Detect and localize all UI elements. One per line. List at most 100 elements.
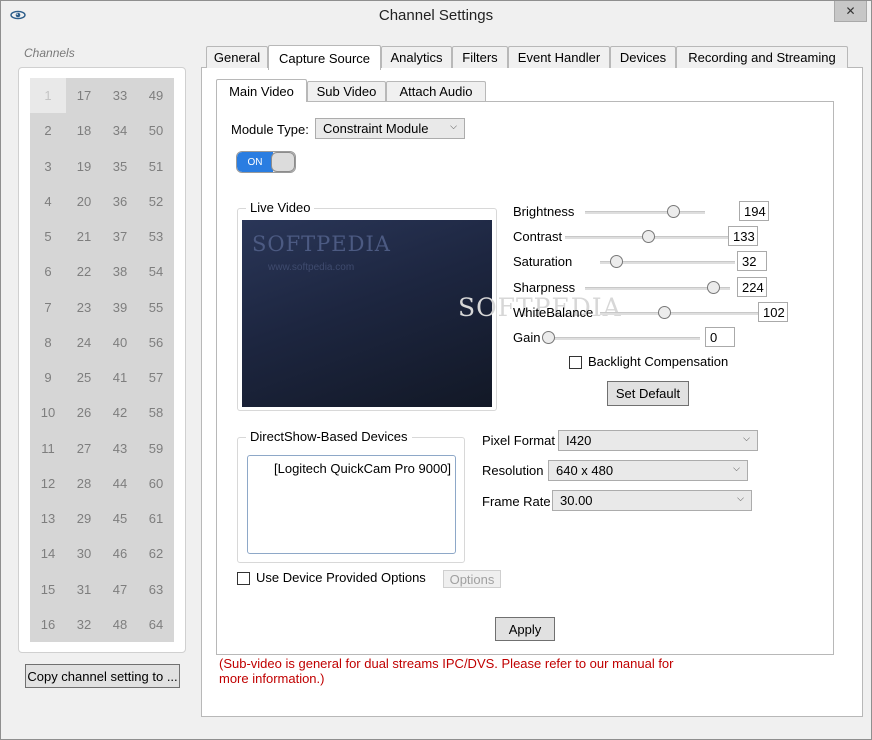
subtab-attach-audio[interactable]: Attach Audio bbox=[386, 81, 486, 101]
channel-cell[interactable]: 25 bbox=[66, 360, 102, 395]
channel-cell[interactable]: 26 bbox=[66, 395, 102, 430]
channel-cell[interactable]: 3 bbox=[30, 149, 66, 184]
channel-cell[interactable]: 37 bbox=[102, 219, 138, 254]
tab-capture-source[interactable]: Capture Source bbox=[268, 45, 381, 70]
slider-track-brightness[interactable] bbox=[585, 211, 705, 214]
channel-cell[interactable]: 34 bbox=[102, 113, 138, 148]
channel-cell[interactable]: 18 bbox=[66, 113, 102, 148]
channel-cell[interactable]: 50 bbox=[138, 113, 174, 148]
channel-cell[interactable]: 41 bbox=[102, 360, 138, 395]
channel-cell[interactable]: 45 bbox=[102, 501, 138, 536]
tab-recording-and-streaming[interactable]: Recording and Streaming bbox=[676, 46, 848, 68]
channel-cell[interactable]: 47 bbox=[102, 572, 138, 607]
channel-cell[interactable]: 60 bbox=[138, 466, 174, 501]
channel-cell[interactable]: 36 bbox=[102, 184, 138, 219]
channel-cell[interactable]: 64 bbox=[138, 607, 174, 642]
channel-cell[interactable]: 2 bbox=[30, 113, 66, 148]
channel-cell[interactable]: 30 bbox=[66, 536, 102, 571]
channel-cell[interactable]: 62 bbox=[138, 536, 174, 571]
channel-cell[interactable]: 21 bbox=[66, 219, 102, 254]
channel-cell[interactable]: 17 bbox=[66, 78, 102, 113]
channel-cell[interactable]: 59 bbox=[138, 431, 174, 466]
channel-cell[interactable]: 10 bbox=[30, 395, 66, 430]
channel-cell[interactable]: 7 bbox=[30, 290, 66, 325]
channel-cell[interactable]: 40 bbox=[102, 325, 138, 360]
slider-value-whitebalance[interactable]: 102 bbox=[758, 302, 788, 322]
channel-cell[interactable]: 4 bbox=[30, 184, 66, 219]
channel-cell[interactable]: 61 bbox=[138, 501, 174, 536]
channel-cell[interactable]: 15 bbox=[30, 572, 66, 607]
channel-cell[interactable]: 35 bbox=[102, 149, 138, 184]
channel-cell[interactable]: 43 bbox=[102, 431, 138, 466]
channel-cell[interactable]: 48 bbox=[102, 607, 138, 642]
slider-knob-sharpness[interactable] bbox=[706, 281, 720, 294]
channel-cell[interactable]: 22 bbox=[66, 254, 102, 289]
channel-cell[interactable]: 9 bbox=[30, 360, 66, 395]
channel-cell[interactable]: 56 bbox=[138, 325, 174, 360]
channel-cell[interactable]: 19 bbox=[66, 149, 102, 184]
channel-cell[interactable]: 55 bbox=[138, 290, 174, 325]
channel-cell[interactable]: 27 bbox=[66, 431, 102, 466]
channel-cell[interactable]: 54 bbox=[138, 254, 174, 289]
slider-knob-gain[interactable] bbox=[542, 331, 555, 344]
tab-devices[interactable]: Devices bbox=[610, 46, 676, 68]
channel-cell[interactable]: 38 bbox=[102, 254, 138, 289]
channel-cell[interactable]: 29 bbox=[66, 501, 102, 536]
device-list-item[interactable]: [Logitech QuickCam Pro 9000] bbox=[274, 461, 451, 476]
slider-value-brightness[interactable]: 194 bbox=[739, 201, 769, 221]
channel-cell[interactable]: 24 bbox=[66, 325, 102, 360]
channel-cell[interactable]: 6 bbox=[30, 254, 66, 289]
resolution-select[interactable]: 640 x 480 ⌵ bbox=[548, 460, 748, 481]
copy-channel-setting-button[interactable]: Copy channel setting to ... bbox=[25, 664, 180, 688]
slider-knob-brightness[interactable] bbox=[666, 205, 680, 218]
channel-cell[interactable]: 13 bbox=[30, 501, 66, 536]
channel-cell[interactable]: 57 bbox=[138, 360, 174, 395]
apply-button[interactable]: Apply bbox=[495, 617, 555, 641]
channel-cell[interactable]: 20 bbox=[66, 184, 102, 219]
module-type-select[interactable]: Constraint Module ⌵ bbox=[315, 118, 465, 139]
channel-cell[interactable]: 63 bbox=[138, 572, 174, 607]
channel-cell[interactable]: 1 bbox=[30, 78, 66, 114]
channel-cell[interactable]: 31 bbox=[66, 572, 102, 607]
options-button[interactable]: Options bbox=[443, 570, 501, 588]
channel-cell[interactable]: 53 bbox=[138, 219, 174, 254]
frame-rate-select[interactable]: 30.00 ⌵ bbox=[552, 490, 752, 511]
subtab-sub-video[interactable]: Sub Video bbox=[307, 81, 386, 101]
channel-cell[interactable]: 16 bbox=[30, 607, 66, 642]
channel-cell[interactable]: 49 bbox=[138, 78, 174, 113]
subtab-main-video[interactable]: Main Video bbox=[216, 79, 307, 102]
channel-cell[interactable]: 23 bbox=[66, 290, 102, 325]
tab-filters[interactable]: Filters bbox=[452, 46, 508, 68]
use-device-options-checkbox[interactable] bbox=[237, 572, 250, 585]
channel-cell[interactable]: 52 bbox=[138, 184, 174, 219]
channel-cell[interactable]: 28 bbox=[66, 466, 102, 501]
device-list[interactable]: [Logitech QuickCam Pro 9000] bbox=[247, 455, 456, 554]
tab-general[interactable]: General bbox=[206, 46, 268, 68]
channel-cell[interactable]: 58 bbox=[138, 395, 174, 430]
tab-analytics[interactable]: Analytics bbox=[381, 46, 452, 68]
channel-cell[interactable]: 44 bbox=[102, 466, 138, 501]
channel-cell[interactable]: 11 bbox=[30, 431, 66, 466]
backlight-compensation-checkbox[interactable] bbox=[569, 356, 582, 369]
channel-cell[interactable]: 32 bbox=[66, 607, 102, 642]
channel-cell[interactable]: 8 bbox=[30, 325, 66, 360]
slider-track-gain[interactable] bbox=[548, 337, 700, 340]
channel-cell[interactable]: 39 bbox=[102, 290, 138, 325]
channel-cell[interactable]: 46 bbox=[102, 536, 138, 571]
channel-cell[interactable]: 5 bbox=[30, 219, 66, 254]
enable-toggle[interactable]: ON bbox=[236, 151, 296, 173]
slider-value-sharpness[interactable]: 224 bbox=[737, 277, 767, 297]
slider-knob-whitebalance[interactable] bbox=[658, 306, 671, 319]
channel-cell[interactable]: 12 bbox=[30, 466, 66, 501]
channel-cell[interactable]: 33 bbox=[102, 78, 138, 113]
channel-cell[interactable]: 14 bbox=[30, 536, 66, 571]
channel-cell[interactable]: 42 bbox=[102, 395, 138, 430]
channel-cell[interactable]: 51 bbox=[138, 149, 174, 184]
pixel-format-select[interactable]: I420 ⌵ bbox=[558, 430, 758, 451]
slider-track-whitebalance[interactable] bbox=[600, 312, 760, 315]
close-button[interactable]: ✕ bbox=[834, 0, 867, 22]
slider-value-saturation[interactable]: 32 bbox=[737, 251, 767, 271]
slider-knob-contrast[interactable] bbox=[641, 230, 655, 243]
slider-value-contrast[interactable]: 133 bbox=[728, 226, 758, 246]
slider-value-gain[interactable]: 0 bbox=[705, 327, 735, 347]
